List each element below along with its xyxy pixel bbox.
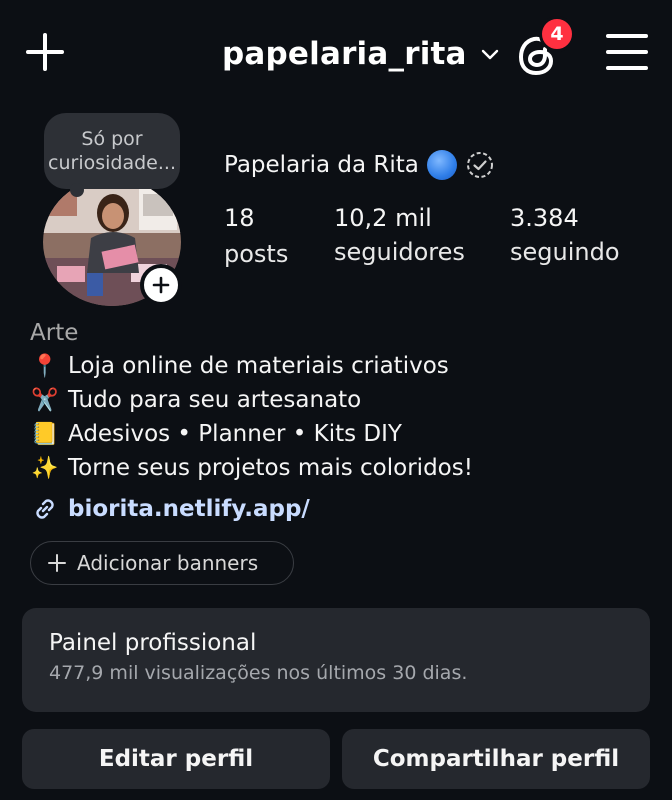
create-icon[interactable] (26, 33, 64, 71)
account-switcher[interactable]: papelaria_rita (222, 32, 501, 76)
bio-text: Torne seus projetos mais coloridos! (68, 455, 473, 481)
bio-line: 📒 Adesivos • Planner • Kits DIY (30, 421, 402, 447)
followers-label[interactable]: seguidores (334, 238, 465, 266)
plus-icon (152, 276, 170, 294)
username: papelaria_rita (222, 36, 467, 72)
category-label: Arte (30, 320, 79, 346)
add-story-button[interactable] (140, 264, 182, 306)
following-count[interactable]: 3.384 (510, 204, 579, 232)
dashboard-subtitle: 477,9 mil visualizações nos últimos 30 d… (49, 662, 468, 684)
dashboard-title: Painel profissional (49, 630, 257, 656)
note-bubble[interactable]: Só por curiosidade... (44, 113, 180, 189)
pin-icon: 📍 (31, 353, 59, 379)
bio-text: Loja online de materiais criativos (68, 353, 449, 379)
blue-circle-emoji (426, 150, 457, 180)
bio-line: ✨ Torne seus projetos mais coloridos! (30, 455, 473, 481)
link-icon (36, 499, 54, 519)
scissors-icon: ✂️ (31, 387, 59, 413)
menu-icon[interactable] (606, 34, 648, 70)
display-name: Papelaria da Rita (224, 152, 419, 178)
posts-label[interactable]: posts (224, 240, 288, 268)
bio-link[interactable]: biorita.netlify.app/ (30, 494, 310, 524)
bio-text: Tudo para seu artesanato (68, 387, 362, 413)
following-label[interactable]: seguindo (510, 238, 620, 266)
bio-line: ✂️ Tudo para seu artesanato (30, 387, 361, 413)
add-banners-label: Adicionar banners (77, 551, 259, 575)
bio-text: Adesivos • Planner • Kits DIY (68, 421, 402, 447)
display-name-row: Papelaria da Rita (224, 150, 495, 180)
plus-icon (48, 554, 66, 572)
posts-count: 18 (224, 204, 255, 232)
notification-badge: 4 (539, 16, 575, 52)
bio-line: 📍 Loja online de materiais criativos (30, 353, 449, 379)
followers-count[interactable]: 10,2 mil (334, 204, 432, 232)
edit-profile-button[interactable]: Editar perfil (22, 729, 330, 789)
bio-link-text[interactable]: biorita.netlify.app/ (68, 496, 310, 522)
note-bubble-tail (70, 183, 84, 197)
notebook-icon: 📒 (31, 421, 59, 447)
professional-dashboard[interactable]: Painel profissional 477,9 mil visualizaç… (22, 608, 650, 712)
add-banners-button[interactable]: Adicionar banners (30, 541, 294, 585)
share-profile-button[interactable]: Compartilhar perfil (342, 729, 650, 789)
verified-icon[interactable] (465, 150, 495, 180)
chevron-down-icon (481, 49, 498, 60)
sparkles-icon: ✨ (31, 455, 59, 481)
